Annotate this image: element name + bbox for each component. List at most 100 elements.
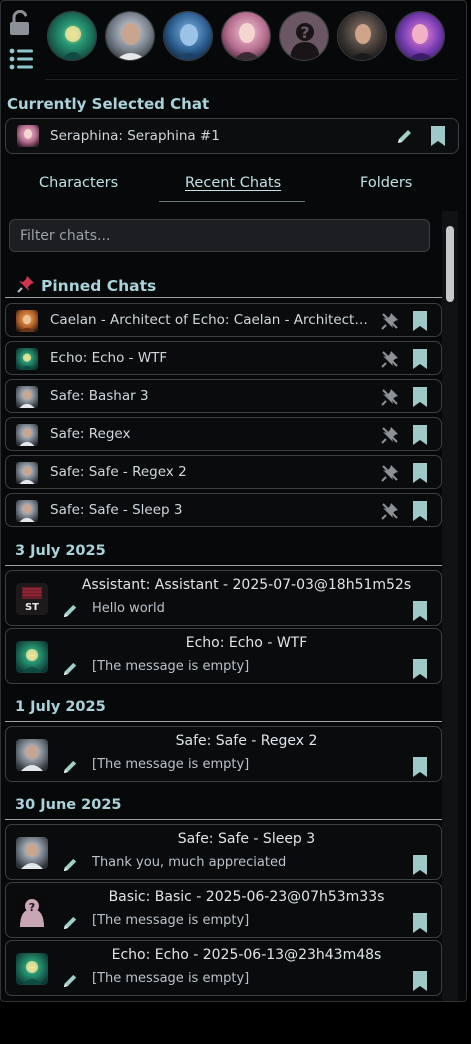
pinned-chat-row[interactable]: Safe: Safe - Regex 2 — [5, 455, 442, 489]
pencil-icon[interactable] — [396, 127, 414, 149]
chat-card[interactable]: ? Basic: Basic - 2025-06-23@07h53m33s [T… — [5, 882, 442, 938]
avatar — [16, 641, 48, 673]
tab-recent-chats[interactable]: Recent Chats — [185, 175, 281, 191]
bookmark-icon[interactable] — [413, 855, 427, 879]
avatar — [17, 125, 39, 147]
date-group-heading: 30 June 2025 — [15, 797, 122, 813]
bookmark-icon[interactable] — [413, 425, 427, 449]
character-avatar-echo[interactable] — [47, 11, 97, 61]
pencil-icon[interactable] — [62, 660, 79, 681]
unpin-icon[interactable] — [380, 501, 400, 525]
avatar — [16, 837, 48, 869]
pinned-chat-row[interactable]: Safe: Bashar 3 — [5, 379, 442, 413]
avatar — [16, 462, 38, 484]
top-bar: ? — [1, 1, 468, 80]
avatar: ST — [16, 583, 48, 615]
unpin-icon[interactable] — [380, 425, 400, 449]
avatar: ? — [16, 895, 48, 927]
chat-last-message: [The message is empty] — [92, 757, 250, 772]
chat-title: Safe: Safe - Regex 2 — [175, 733, 318, 749]
pushpin-icon — [17, 275, 35, 297]
divider — [5, 565, 442, 566]
current-chat-label: Seraphina: Seraphina #1 — [50, 128, 220, 144]
avatar — [16, 953, 48, 985]
bookmark-icon[interactable] — [413, 601, 427, 625]
svg-text:ST: ST — [25, 602, 39, 613]
bookmark-icon[interactable] — [413, 757, 427, 781]
pinned-chat-label: Caelan - Architect of Echo: Caelan - Arc… — [50, 312, 372, 328]
pencil-icon[interactable] — [62, 602, 79, 623]
current-chat-heading: Currently Selected Chat — [7, 95, 210, 113]
divider — [45, 79, 457, 80]
unlock-icon[interactable] — [9, 9, 31, 36]
bookmark-icon[interactable] — [431, 126, 445, 150]
bookmark-icon[interactable] — [413, 913, 427, 937]
pinned-chat-label: Safe: Bashar 3 — [50, 388, 149, 404]
character-avatar-safe[interactable] — [105, 11, 155, 61]
avatar — [16, 424, 38, 446]
pinned-chats-label: Pinned Chats — [41, 277, 157, 295]
chat-last-message: [The message is empty] — [92, 971, 250, 986]
bookmark-icon[interactable] — [413, 463, 427, 487]
pencil-icon[interactable] — [62, 972, 79, 993]
scrollbar-thumb[interactable] — [446, 226, 454, 302]
pinned-chat-row[interactable]: Caelan - Architect of Echo: Caelan - Arc… — [5, 303, 442, 337]
current-chat-card[interactable]: Seraphina: Seraphina #1 — [5, 118, 459, 154]
avatar — [16, 500, 38, 522]
chat-title: Safe: Safe - Sleep 3 — [177, 831, 316, 847]
unpin-icon[interactable] — [380, 349, 400, 373]
avatar — [16, 386, 38, 408]
unpin-icon[interactable] — [380, 463, 400, 487]
pinned-chat-label: Safe: Safe - Regex 2 — [50, 464, 187, 480]
bottom-area — [0, 1002, 471, 1044]
filter-chats-input[interactable] — [9, 219, 430, 252]
unpin-icon[interactable] — [380, 387, 400, 411]
bookmark-icon[interactable] — [413, 349, 427, 373]
svg-text:?: ? — [29, 901, 35, 914]
chat-card[interactable]: Echo: Echo - WTF [The message is empty] — [5, 628, 442, 684]
list-icon[interactable] — [9, 48, 33, 70]
divider — [5, 297, 442, 298]
pencil-icon[interactable] — [62, 856, 79, 877]
character-avatar-basic[interactable]: ? — [279, 11, 329, 61]
pinned-chat-row[interactable]: Safe: Safe - Sleep 3 — [5, 493, 442, 527]
chat-title: Echo: Echo - WTF — [185, 635, 308, 651]
bookmark-icon[interactable] — [413, 971, 427, 995]
scrollbar-track[interactable] — [442, 211, 458, 1001]
chat-title: Assistant: Assistant - 2025-07-03@18h51m… — [81, 577, 412, 593]
tab-folders[interactable]: Folders — [360, 175, 412, 191]
avatar — [16, 310, 38, 332]
pinned-chat-row[interactable]: Safe: Regex — [5, 417, 442, 451]
chat-title: Basic: Basic - 2025-06-23@07h53m33s — [108, 889, 385, 905]
active-tab-indicator — [159, 201, 305, 202]
date-group-heading: 1 July 2025 — [15, 699, 106, 715]
character-avatar-dark[interactable] — [337, 11, 387, 61]
character-avatar-seraphina[interactable] — [221, 11, 271, 61]
bookmark-icon[interactable] — [413, 659, 427, 683]
chat-card[interactable]: Safe: Safe - Sleep 3 Thank you, much app… — [5, 824, 442, 880]
bookmark-icon[interactable] — [413, 311, 427, 335]
pinned-chat-label: Safe: Regex — [50, 426, 131, 442]
pinned-chat-row[interactable]: Echo: Echo - WTF — [5, 341, 442, 375]
chat-last-message: [The message is empty] — [92, 913, 250, 928]
chat-card[interactable]: ST Assistant: Assistant - 2025-07-03@18h… — [5, 570, 442, 626]
pencil-icon[interactable] — [62, 914, 79, 935]
pinned-chat-label: Safe: Safe - Sleep 3 — [50, 502, 183, 518]
chat-title: Echo: Echo - 2025-06-13@23h43m48s — [111, 947, 382, 963]
bookmark-icon[interactable] — [413, 387, 427, 411]
chat-card[interactable]: Safe: Safe - Regex 2 [The message is emp… — [5, 726, 442, 782]
chat-card[interactable]: Echo: Echo - 2025-06-13@23h43m48s [The m… — [5, 940, 442, 996]
svg-text:?: ? — [300, 23, 309, 42]
pinned-chat-label: Echo: Echo - WTF — [50, 350, 168, 366]
chat-last-message: Hello world — [92, 601, 165, 616]
chat-last-message: Thank you, much appreciated — [92, 855, 287, 870]
recent-chats-list: Pinned Chats Caelan - Architect of Echo:… — [1, 211, 468, 1001]
character-avatar-row: ? — [47, 11, 445, 61]
character-avatar-purple[interactable] — [395, 11, 445, 61]
tab-characters[interactable]: Characters — [39, 175, 118, 191]
chat-manager-panel: ? Currently Selected Chat Seraphina: Ser… — [0, 0, 467, 1002]
unpin-icon[interactable] — [380, 311, 400, 335]
pencil-icon[interactable] — [62, 758, 79, 779]
bookmark-icon[interactable] — [413, 501, 427, 525]
character-avatar-blue[interactable] — [163, 11, 213, 61]
